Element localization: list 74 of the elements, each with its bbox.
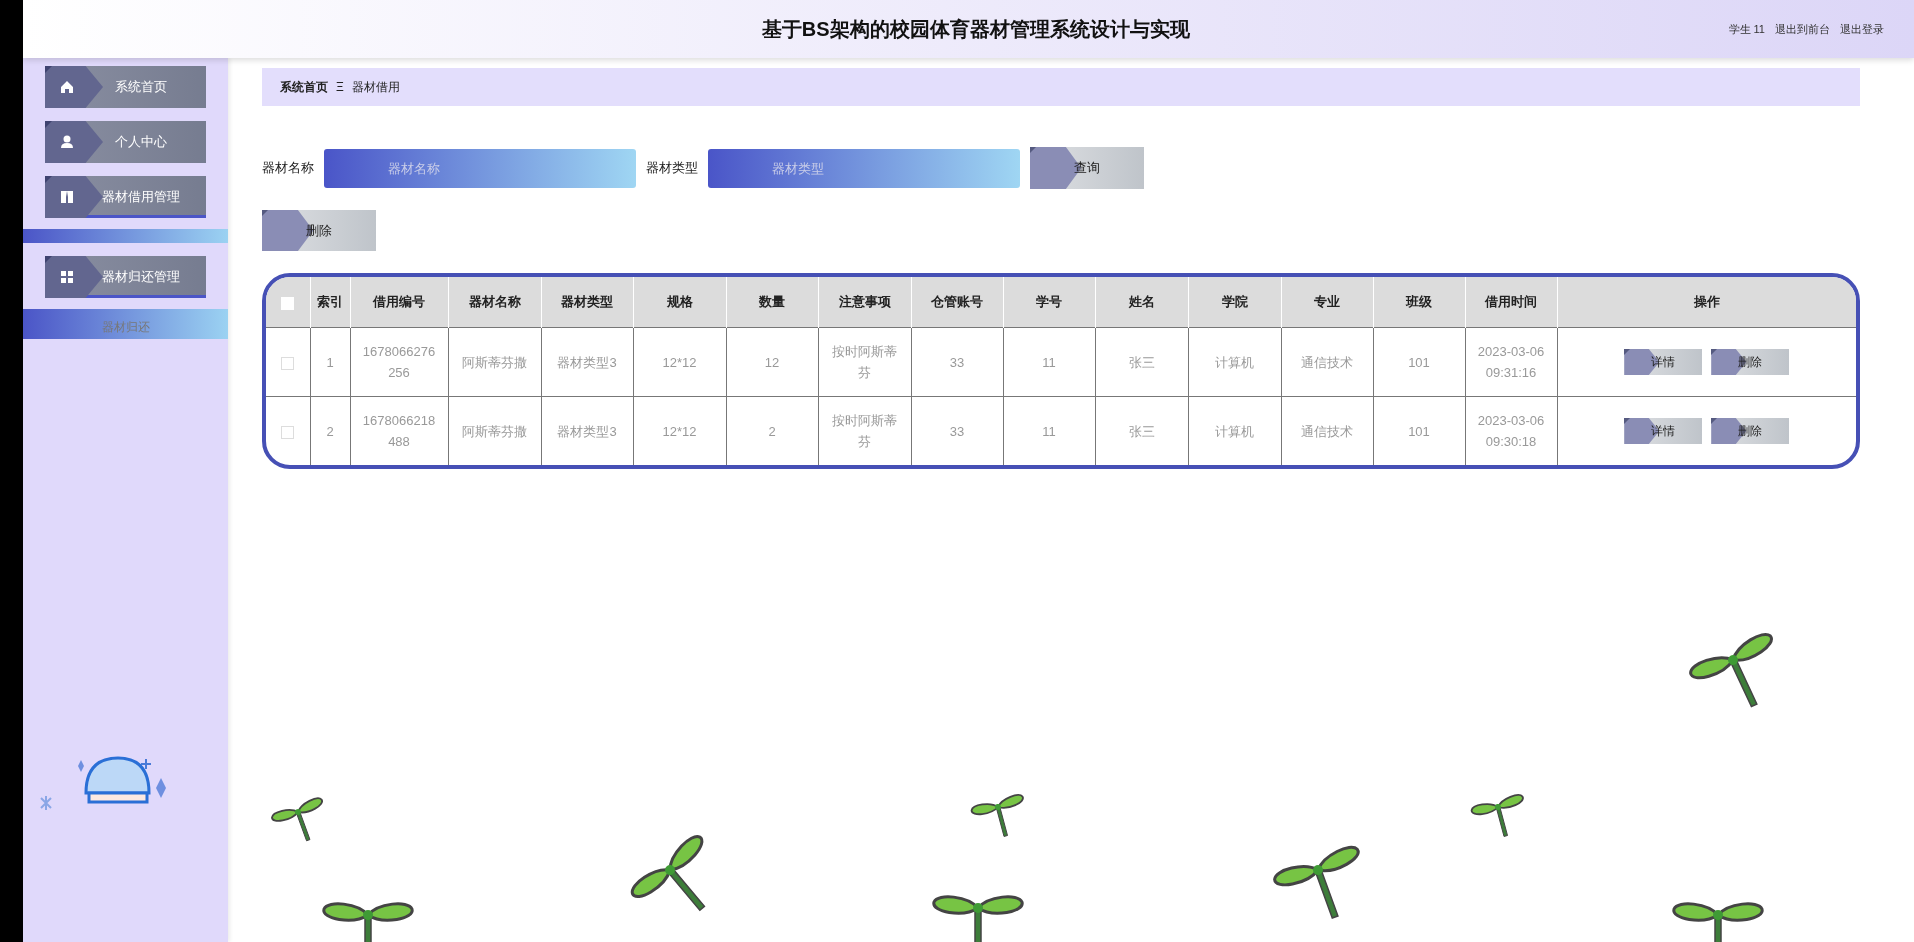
grid-icon	[59, 269, 75, 285]
row-checkbox[interactable]	[281, 356, 295, 370]
column-header: 借用编号	[350, 277, 448, 328]
user-label: 学生 11	[1728, 21, 1765, 37]
table-cell: 2023-03-06 09:30:18	[1465, 396, 1557, 465]
delete-button[interactable]: 删除	[1711, 418, 1790, 444]
table-cell: 器材类型3	[541, 396, 633, 465]
breadcrumb-item[interactable]: 系统首页	[280, 78, 328, 96]
table-cell: 1678066218488	[350, 396, 448, 465]
table-cell: 12*12	[633, 396, 726, 465]
table-cell: 按时阿斯蒂芬	[818, 327, 911, 397]
header-link[interactable]: 退出登录	[1840, 21, 1884, 37]
table-cell: 1	[310, 327, 350, 397]
table-cell: 2	[310, 396, 350, 465]
column-header: 索引	[310, 277, 350, 328]
user-icon	[59, 134, 75, 150]
table-cell: 阿斯蒂芬撒	[448, 396, 541, 465]
table-cell: 阿斯蒂芬撒	[448, 327, 541, 397]
sidebar-item[interactable]: 系统首页	[45, 66, 206, 108]
column-header: 姓名	[1095, 277, 1188, 328]
column-header: 器材类型	[541, 277, 633, 328]
table-cell: 2	[726, 396, 818, 465]
column-header: 器材名称	[448, 277, 541, 328]
book-icon	[59, 189, 75, 205]
app-title: 基于BS架构的校园体育器材管理系统设计与实现	[760, 16, 1191, 42]
search-button[interactable]: 查询	[1030, 147, 1144, 189]
table-cell: 通信技术	[1281, 327, 1373, 397]
table-cell: 1678066276256	[350, 327, 448, 397]
delete-button[interactable]: 删除	[1711, 349, 1790, 375]
sidebar-item[interactable]: 器材借用管理	[45, 176, 206, 218]
column-header: 借用时间	[1465, 277, 1557, 328]
detail-button[interactable]: 详情	[1624, 418, 1703, 444]
detail-button[interactable]: 详情	[1624, 349, 1703, 375]
sidebar-item[interactable]: 个人中心	[45, 121, 206, 163]
sidebar-item[interactable]: 器材归还管理	[45, 256, 206, 298]
table-cell: 12*12	[633, 327, 726, 397]
header-link[interactable]: 退出到前台	[1775, 21, 1830, 37]
table-cell: 101	[1373, 327, 1465, 397]
table-cell: 器材类型3	[541, 327, 633, 397]
table-cell: 101	[1373, 396, 1465, 465]
column-header: 注意事项	[818, 277, 911, 328]
column-header: 仓管账号	[911, 277, 1003, 328]
table-cell: 12	[726, 327, 818, 397]
column-header: 专业	[1281, 277, 1373, 328]
table-cell: 33	[911, 327, 1003, 397]
propeller-drawing	[271, 797, 323, 842]
table-cell: 计算机	[1188, 396, 1281, 465]
table-cell: 11	[1003, 327, 1095, 397]
column-header: 学号	[1003, 277, 1095, 328]
select-all-checkbox[interactable]	[281, 296, 295, 310]
table-cell: 按时阿斯蒂芬	[818, 396, 911, 465]
home-icon	[59, 79, 75, 95]
field-label: 器材类型	[646, 159, 698, 177]
breadcrumb-item: 器材借用	[351, 78, 400, 96]
table-cell: 张三	[1095, 396, 1188, 465]
table-cell: 11	[1003, 396, 1095, 465]
table-cell: 计算机	[1188, 327, 1281, 397]
table-cell: 张三	[1095, 327, 1188, 397]
breadcrumb-separator: Ξ	[336, 80, 344, 94]
column-header: 数量	[726, 277, 818, 328]
search-field[interactable]: 器材类型	[708, 148, 1020, 188]
column-header: 操作	[1557, 277, 1856, 328]
propeller-drawing	[970, 794, 1024, 837]
row-checkbox[interactable]	[281, 425, 295, 439]
table-cell: 2023-03-06 09:31:16	[1465, 327, 1557, 397]
table-cell: 33	[911, 396, 1003, 465]
field-label: 器材名称	[262, 159, 314, 177]
column-header: 规格	[633, 277, 726, 328]
column-header: 学院	[1188, 277, 1281, 328]
delete-button[interactable]: 删除	[262, 210, 376, 251]
table-cell: 通信技术	[1281, 396, 1373, 465]
column-header: 班级	[1373, 277, 1465, 328]
propeller-drawing	[1470, 794, 1524, 837]
search-field[interactable]: 器材名称	[324, 148, 636, 188]
